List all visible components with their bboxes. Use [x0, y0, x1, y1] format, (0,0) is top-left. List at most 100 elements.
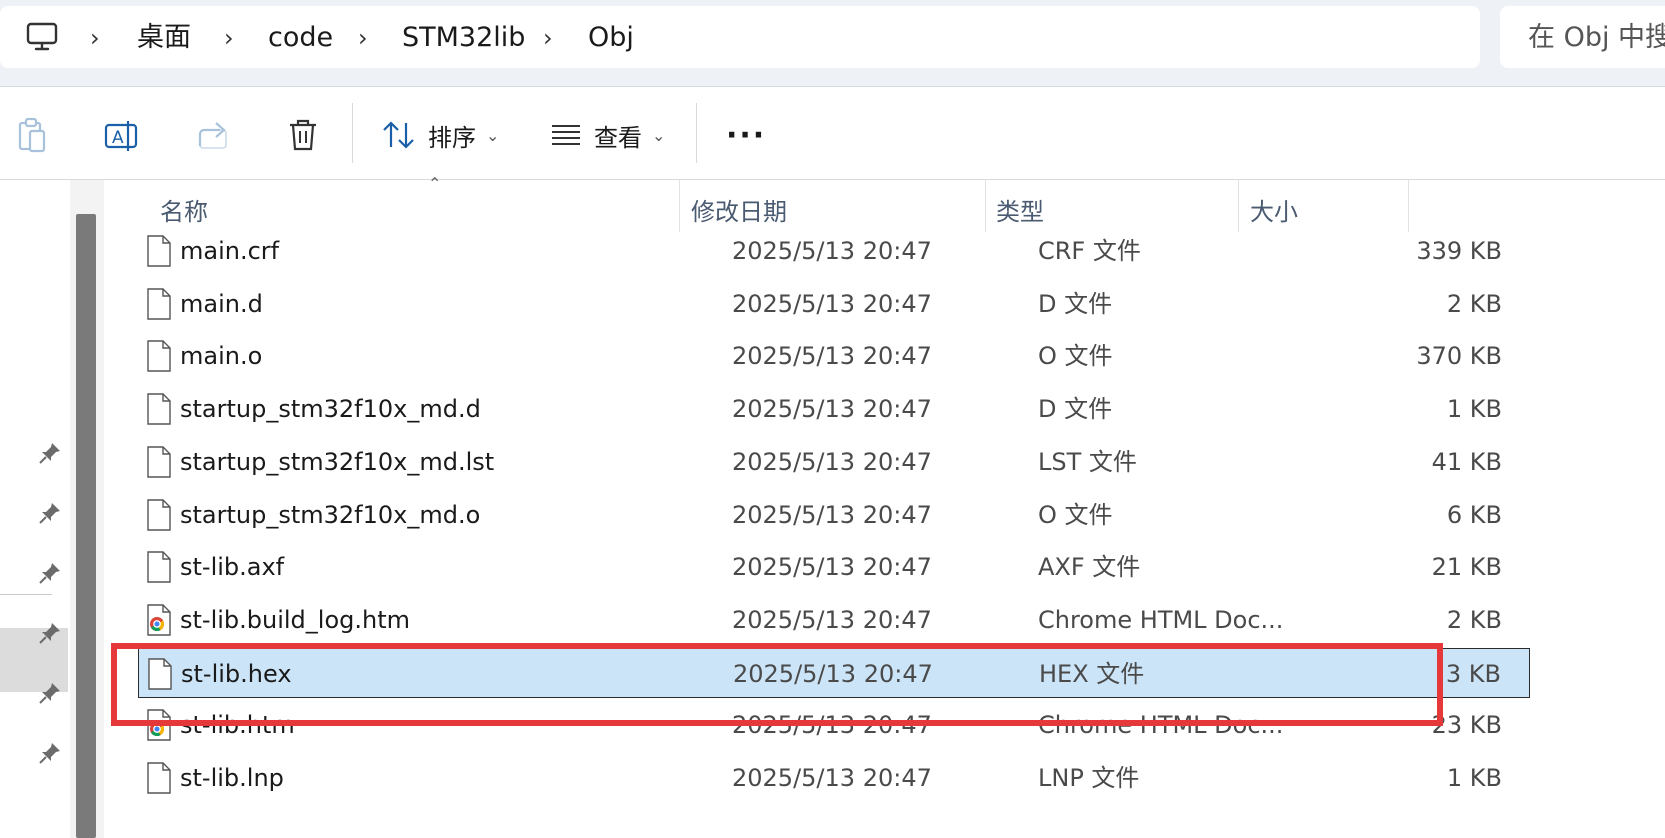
share-button[interactable] — [196, 115, 230, 155]
pin-icon[interactable] — [38, 561, 62, 585]
file-type: O 文件 — [1038, 342, 1113, 371]
paste-button[interactable] — [16, 115, 48, 155]
column-header-date[interactable]: 修改日期 — [691, 192, 787, 227]
chevron-right-icon[interactable]: › — [90, 26, 100, 50]
clipboard-icon — [18, 117, 46, 153]
file-name: main.d — [180, 289, 263, 318]
chevron-right-icon[interactable]: › — [358, 26, 368, 50]
file-icon — [146, 446, 172, 478]
column-header-row: ⌃ 名称 修改日期 类型 大小 — [104, 174, 1665, 232]
search-input[interactable]: 在 Obj 中搜 — [1500, 6, 1665, 68]
share-icon — [198, 122, 227, 149]
file-icon — [146, 393, 172, 425]
file-date: 2025/5/13 20:47 — [732, 289, 932, 318]
file-type: D 文件 — [1038, 395, 1113, 424]
address-bar-area: › 桌面 › code › STM32lib › Obj 在 Obj 中搜 — [0, 0, 1665, 86]
crumb-desktop[interactable]: 桌面 — [137, 24, 191, 51]
pin-icon[interactable] — [38, 501, 62, 525]
pin-icon[interactable] — [38, 441, 62, 465]
nav-scrollbar-thumb[interactable] — [76, 214, 96, 838]
pin-icon[interactable] — [38, 741, 62, 765]
file-name: st-lib.lnp — [180, 764, 284, 792]
file-date: 2025/5/13 20:47 — [732, 395, 932, 424]
toolbar-divider — [696, 103, 697, 163]
file-name: startup_stm32f10x_md.d — [180, 395, 481, 424]
file-date: 2025/5/13 20:47 — [732, 500, 932, 529]
file-icon — [146, 551, 172, 583]
file-date: 2025/5/13 20:47 — [732, 764, 932, 792]
highlight-annotation — [111, 643, 1443, 726]
column-header-name[interactable]: 名称 — [160, 192, 208, 227]
chevron-down-icon: ⌄ — [652, 125, 666, 145]
crumb-stm32lib[interactable]: STM32lib — [402, 24, 525, 51]
file-size: 339 KB — [1416, 237, 1502, 265]
file-date: 2025/5/13 20:47 — [732, 605, 932, 634]
svg-text:A: A — [112, 128, 124, 148]
search-placeholder: 在 Obj 中搜 — [1528, 22, 1665, 53]
file-name: main.o — [180, 342, 263, 371]
table-row[interactable]: st-lib.axf 2025/5/13 20:47 AXF 文件 21 KB — [138, 542, 1530, 592]
more-options-button[interactable]: ··· — [726, 115, 766, 155]
chevron-down-icon: ⌄ — [486, 125, 500, 145]
pin-icon[interactable] — [38, 621, 62, 645]
table-row[interactable]: startup_stm32f10x_md.d 2025/5/13 20:47 D 文… — [138, 384, 1530, 434]
file-date: 2025/5/13 20:47 — [732, 237, 932, 265]
table-row[interactable]: main.crf 2025/5/13 20:47 CRF 文件 339 KB — [138, 226, 1530, 276]
column-header-type[interactable]: 类型 — [996, 192, 1044, 227]
pin-icon[interactable] — [38, 681, 62, 705]
view-list-icon — [552, 125, 580, 145]
file-size: 6 KB — [1446, 500, 1502, 529]
file-icon — [146, 235, 172, 267]
crumb-code[interactable]: code — [268, 24, 333, 51]
sort-label: 排序 — [428, 123, 476, 152]
nav-divider — [0, 594, 52, 595]
file-name: startup_stm32f10x_md.o — [180, 500, 481, 529]
sort-icon — [383, 121, 414, 149]
file-list: ⌃ 名称 修改日期 类型 大小 main.crf 2025/5/13 20:47 C… — [104, 174, 1665, 838]
chevron-right-icon[interactable]: › — [224, 26, 234, 50]
command-bar: A 排序 ⌄ 查看 ⌄ ··· — [0, 86, 1665, 180]
table-row[interactable]: st-lib.build_log.htm 2025/5/13 20:47 Chrom… — [138, 595, 1530, 645]
file-type: Chrome HTML Doc... — [1038, 605, 1284, 634]
file-name: main.crf — [180, 237, 280, 265]
chrome-icon — [146, 604, 172, 636]
file-icon — [146, 287, 172, 320]
sort-button[interactable]: 排序 ⌄ — [382, 115, 499, 155]
column-divider[interactable] — [985, 180, 986, 232]
chevron-right-icon[interactable]: › — [543, 26, 553, 50]
column-divider[interactable] — [679, 180, 680, 232]
file-size: 1 KB — [1446, 395, 1502, 424]
table-row[interactable]: main.o 2025/5/13 20:47 O 文件 370 KB — [138, 331, 1530, 381]
rename-icon: A — [104, 121, 138, 151]
file-icon — [146, 498, 172, 531]
table-row[interactable]: startup_stm32f10x_md.lst 2025/5/13 20:47 L… — [138, 437, 1530, 487]
column-divider[interactable] — [1238, 180, 1239, 232]
file-type: O 文件 — [1038, 500, 1113, 529]
file-size: 2 KB — [1446, 605, 1502, 634]
file-size: 1 KB — [1446, 764, 1502, 792]
column-divider[interactable] — [1408, 180, 1409, 232]
file-size: 2 KB — [1446, 289, 1502, 318]
file-name: st-lib.build_log.htm — [180, 605, 411, 634]
view-label: 查看 — [594, 123, 642, 152]
more-icon: ··· — [726, 117, 767, 153]
file-date: 2025/5/13 20:47 — [732, 447, 932, 476]
file-size: 370 KB — [1416, 342, 1502, 371]
crumb-obj[interactable]: Obj — [588, 24, 634, 51]
toolbar-divider — [352, 103, 353, 163]
table-row[interactable]: st-lib.lnp 2025/5/13 20:47 LNP 文件 1 KB — [138, 753, 1530, 803]
file-type: CRF 文件 — [1038, 237, 1141, 265]
file-type: D 文件 — [1038, 289, 1113, 318]
table-row[interactable]: main.d 2025/5/13 20:47 D 文件 2 KB — [138, 279, 1530, 329]
file-date: 2025/5/13 20:47 — [732, 553, 932, 582]
this-pc-icon[interactable] — [26, 22, 58, 52]
breadcrumb[interactable]: › 桌面 › code › STM32lib › Obj — [0, 6, 1480, 68]
file-type: LNP 文件 — [1038, 764, 1140, 792]
table-row[interactable]: startup_stm32f10x_md.o 2025/5/13 20:47 O 文… — [138, 490, 1530, 540]
view-button[interactable]: 查看 ⌄ — [550, 115, 665, 155]
delete-button[interactable] — [288, 115, 318, 155]
column-header-size[interactable]: 大小 — [1250, 192, 1298, 227]
file-date: 2025/5/13 20:47 — [732, 342, 932, 371]
rename-button[interactable]: A — [104, 115, 140, 155]
file-size: 41 KB — [1431, 447, 1502, 476]
